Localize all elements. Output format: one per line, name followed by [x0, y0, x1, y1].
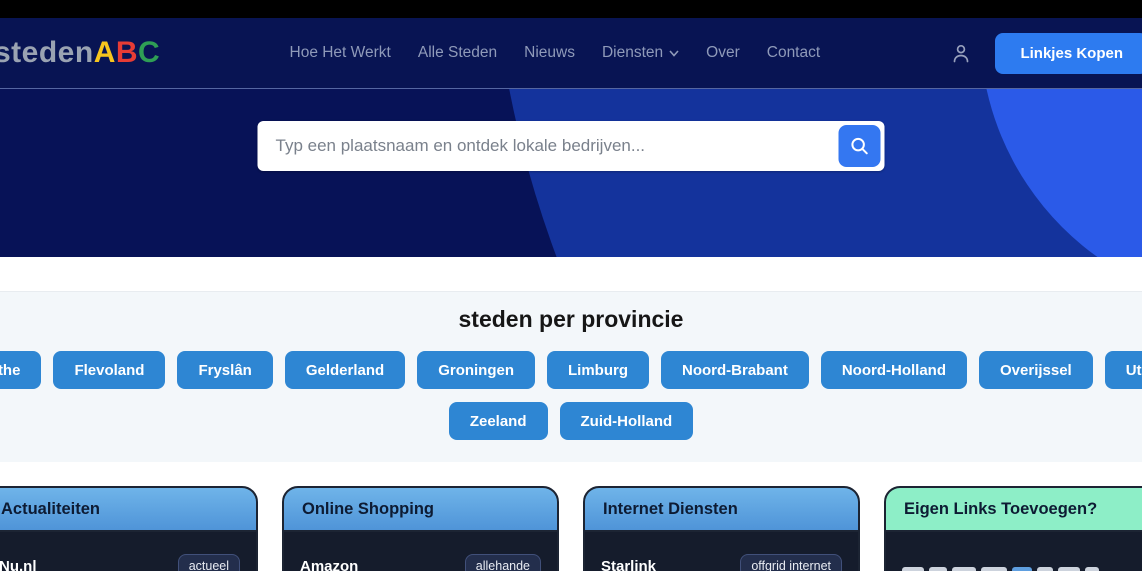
site-logo[interactable]: stedenABC [0, 36, 160, 70]
card-body: Amazon allehande [284, 532, 557, 571]
hero-decor-circle [980, 89, 1142, 257]
link-name[interactable]: Amazon [300, 558, 358, 571]
list-item[interactable]: Amazon allehande [300, 554, 541, 571]
link-name[interactable]: Nu.nl [0, 558, 37, 571]
search-button[interactable] [838, 125, 881, 167]
section-title: steden per provincie [458, 306, 684, 332]
card-header: Actualiteiten [0, 488, 256, 532]
card-actualiteiten: Actualiteiten Nu.nl actueel [0, 486, 258, 571]
person-icon[interactable] [949, 41, 973, 65]
logo-letter-b: B [115, 36, 139, 69]
cutoff-large-text [902, 567, 1142, 571]
nav-item-hoe-het-werkt[interactable]: Hoe Het Werkt [290, 44, 391, 62]
nav-right-group: Linkjes Kopen [949, 32, 1142, 74]
navbar: stedenABC Hoe Het Werkt Alle Steden Nieu… [0, 18, 1142, 89]
province-button-utrecht[interactable]: Utrecht [1104, 351, 1142, 389]
link-cards-row: Actualiteiten Nu.nl actueel Online Shopp… [0, 486, 1142, 571]
hero-banner [0, 89, 1142, 257]
province-row-2: Zeeland Zuid-Holland [0, 402, 1142, 440]
logo-text-gray: steden [0, 36, 94, 69]
nav-item-over[interactable]: Over [706, 44, 740, 62]
province-button-groningen[interactable]: Groningen [417, 351, 536, 389]
card-body [886, 532, 1142, 571]
province-button-zeeland[interactable]: Zeeland [448, 402, 548, 440]
card-header: Internet Diensten [585, 488, 858, 532]
provinces-section: steden per provincie Drenthe Flevoland F… [0, 291, 1142, 462]
magnifier-icon [851, 137, 868, 155]
nav-item-nieuws[interactable]: Nieuws [524, 44, 575, 62]
page: stedenABC Hoe Het Werkt Alle Steden Nieu… [0, 0, 1142, 571]
province-button-limburg[interactable]: Limburg [547, 351, 650, 389]
province-button-zuid-holland[interactable]: Zuid-Holland [559, 402, 694, 440]
tag-badge: actueel [177, 554, 240, 571]
province-button-drenthe[interactable]: Drenthe [0, 351, 42, 389]
card-header: Online Shopping [284, 488, 557, 532]
spacer [0, 257, 1142, 291]
linkjes-kopen-button[interactable]: Linkjes Kopen [995, 32, 1142, 74]
logo-letter-c: C [138, 36, 161, 69]
card-internet-diensten: Internet Diensten Starlink offgrid inter… [583, 486, 860, 571]
nav-menu: Hoe Het Werkt Alle Steden Nieuws Dienste… [160, 44, 949, 62]
province-button-flevoland[interactable]: Flevoland [53, 351, 166, 389]
spacer [0, 462, 1142, 486]
card-body: Starlink offgrid internet [585, 532, 858, 571]
province-button-fryslan[interactable]: Fryslân [177, 351, 273, 389]
province-button-noord-holland[interactable]: Noord-Holland [820, 351, 967, 389]
card-eigen-links: Eigen Links Toevoegen? [884, 486, 1142, 571]
chevron-down-icon [669, 49, 679, 57]
top-black-strip [0, 0, 1142, 18]
list-item[interactable]: Starlink offgrid internet [601, 554, 842, 571]
search-input[interactable] [261, 125, 839, 167]
nav-item-contact[interactable]: Contact [767, 44, 820, 62]
province-row-1: Drenthe Flevoland Fryslân Gelderland Gro… [0, 351, 1142, 389]
search-bar [257, 121, 885, 171]
province-button-noord-brabant[interactable]: Noord-Brabant [661, 351, 809, 389]
nav-item-diensten[interactable]: Diensten [602, 44, 679, 62]
link-name[interactable]: Starlink [601, 558, 656, 571]
list-item[interactable]: Nu.nl actueel [0, 554, 240, 571]
province-button-gelderland[interactable]: Gelderland [284, 351, 406, 389]
card-online-shopping: Online Shopping Amazon allehande [282, 486, 559, 571]
logo-letter-a: A [93, 36, 116, 69]
tag-badge: allehande [464, 554, 541, 571]
tag-badge: offgrid internet [740, 554, 842, 571]
province-button-overijssel[interactable]: Overijssel [979, 351, 1093, 389]
nav-item-alle-steden[interactable]: Alle Steden [418, 44, 497, 62]
card-header: Eigen Links Toevoegen? [886, 488, 1142, 532]
card-body: Nu.nl actueel [0, 532, 256, 571]
